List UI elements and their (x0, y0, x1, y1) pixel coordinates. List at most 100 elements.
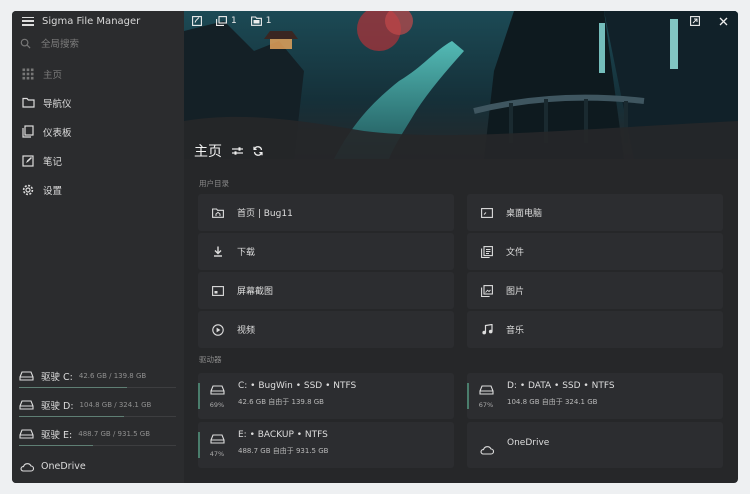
refresh-icon (253, 146, 263, 156)
video-icon (212, 323, 224, 336)
note-icon (21, 154, 35, 168)
drive-percent: 69% (209, 401, 225, 409)
page-title: 主页 (194, 141, 263, 161)
hero-banner-image (184, 11, 738, 159)
home-folder-icon (212, 207, 224, 219)
dir-card-videos[interactable]: 视频 (198, 311, 454, 348)
app-title: Sigma File Manager (42, 15, 141, 27)
menu-icon[interactable] (22, 16, 34, 26)
sidebar-item-dashboard[interactable]: 仪表板 (12, 117, 184, 146)
drive-icon (210, 429, 225, 448)
drive-icon (19, 399, 35, 410)
onedrive-label: OneDrive (41, 461, 86, 472)
page-title-text: 主页 (194, 144, 222, 160)
toolbar-notes-button[interactable] (192, 16, 202, 26)
pictures-icon (481, 284, 493, 297)
workspace-icon (250, 16, 262, 26)
dir-card-screenshots[interactable]: 屏幕截图 (198, 272, 454, 309)
close-icon (719, 17, 727, 25)
dashboard-icon (21, 125, 35, 139)
refresh-button[interactable] (253, 146, 263, 156)
drive-percent: 67% (478, 401, 494, 409)
documents-icon (481, 245, 493, 258)
toolbar-workspace-button[interactable]: 1 (250, 16, 272, 26)
drive-free-space: 488.7 GB 自由于 931.5 GB (238, 447, 329, 455)
sidebar-drives: 驱驶 C: 42.6 GB / 139.8 GB 驱驶 D: 104.8 GB … (12, 361, 184, 481)
search-placeholder: 全局搜索 (41, 39, 80, 50)
sidebar-item-settings[interactable]: 设置 (12, 175, 184, 204)
drive-icon (19, 428, 35, 439)
dir-card-label: 文件 (506, 248, 525, 258)
section-title-drives: 驱动器 (199, 355, 222, 364)
sidebar-item-home[interactable]: 主页 (12, 59, 184, 88)
sidebar-item-label: 导航仪 (43, 98, 72, 110)
grid-icon (21, 67, 35, 81)
dir-card-label: 图片 (506, 287, 525, 297)
search-icon (20, 38, 31, 49)
drive-letter: 驱驶 D: (41, 400, 74, 412)
customize-button[interactable] (232, 146, 243, 156)
sidebar-drive-e[interactable]: 驱驶 E: 488.7 GB / 931.5 GB (12, 419, 184, 448)
drive-letter: 驱驶 C: (41, 371, 73, 383)
dir-card-label: 屏幕截图 (237, 287, 274, 297)
drive-free-space: 42.6 GB 自由于 139.8 GB (238, 398, 324, 406)
dir-card-label: 视频 (237, 326, 256, 336)
sidebar-item-notes[interactable]: 笔记 (12, 146, 184, 175)
sidebar-item-label: 设置 (43, 185, 63, 197)
app-window: Sigma File Manager 全局搜索 主页 导航仪 仪表板 笔记 设置… (12, 11, 738, 483)
dir-card-music[interactable]: 音乐 (467, 311, 723, 348)
drive-free-space: 104.8 GB 自由于 324.1 GB (507, 398, 598, 406)
drive-usage-bar (19, 445, 176, 446)
toolbar-tabs-button[interactable]: 1 (216, 16, 237, 26)
sidebar-drive-c[interactable]: 驱驶 C: 42.6 GB / 139.8 GB (12, 361, 184, 390)
gear-icon (21, 183, 35, 197)
sidebar-onedrive[interactable]: OneDrive (12, 452, 184, 481)
drive-size: 42.6 GB / 139.8 GB (78, 371, 147, 380)
drive-icon (210, 380, 225, 399)
search-input[interactable]: 全局搜索 (20, 31, 176, 55)
dir-card-desktop[interactable]: 桌面电脑 (467, 194, 723, 231)
dir-card-pictures[interactable]: 图片 (467, 272, 723, 309)
workspace-count: 1 (265, 16, 272, 26)
drive-usage-bar (19, 416, 176, 417)
drive-card-onedrive[interactable]: OneDrive (467, 422, 723, 468)
drive-name: E: • BACKUP • NTFS (238, 430, 328, 440)
drive-card-c[interactable]: 69% C: • BugWin • SSD • NTFS 42.6 GB 自由于… (198, 373, 454, 419)
note-icon (192, 16, 202, 26)
sidebar-item-label: 笔记 (43, 156, 63, 168)
top-toolbar: 1 1 (184, 11, 738, 31)
music-icon (481, 324, 493, 336)
drive-card-d[interactable]: 67% D: • DATA • SSD • NTFS 104.8 GB 自由于 … (467, 373, 723, 419)
tabs-count: 1 (231, 16, 237, 26)
title-bar: Sigma File Manager (12, 11, 184, 31)
drive-icon (19, 370, 35, 381)
dir-card-downloads[interactable]: 下载 (198, 233, 454, 270)
close-button[interactable] (716, 14, 730, 28)
maximize-button[interactable] (688, 14, 702, 28)
drive-name: OneDrive (507, 438, 550, 448)
sidebar-drive-d[interactable]: 驱驶 D: 104.8 GB / 324.1 GB (12, 390, 184, 419)
drive-size: 488.7 GB / 931.5 GB (78, 429, 151, 438)
sidebar-nav: 主页 导航仪 仪表板 笔记 设置 (12, 59, 184, 204)
sidebar: Sigma File Manager 全局搜索 主页 导航仪 仪表板 笔记 设置… (12, 11, 184, 483)
desktop-icon (481, 207, 493, 219)
dir-card-label: 音乐 (506, 326, 525, 336)
drive-usage-accent (198, 383, 200, 409)
download-icon (212, 246, 224, 258)
dir-card-home[interactable]: 首页 | Bug11 (198, 194, 454, 231)
drive-percent: 47% (209, 450, 225, 458)
drive-usage-accent (467, 383, 469, 409)
dir-card-label: 首页 | Bug11 (237, 209, 293, 219)
drive-icon (479, 380, 494, 399)
sidebar-item-navigator[interactable]: 导航仪 (12, 88, 184, 117)
cloud-icon (479, 440, 495, 459)
drive-name: C: • BugWin • SSD • NTFS (238, 381, 357, 391)
dir-card-label: 桌面电脑 (506, 209, 543, 219)
drive-usage-accent (198, 432, 200, 458)
sidebar-item-label: 主页 (43, 69, 63, 81)
sliders-icon (232, 147, 243, 155)
cloud-icon (19, 462, 35, 472)
drive-usage-bar (19, 387, 176, 388)
dir-card-documents[interactable]: 文件 (467, 233, 723, 270)
drive-card-e[interactable]: 47% E: • BACKUP • NTFS 488.7 GB 自由于 931.… (198, 422, 454, 468)
